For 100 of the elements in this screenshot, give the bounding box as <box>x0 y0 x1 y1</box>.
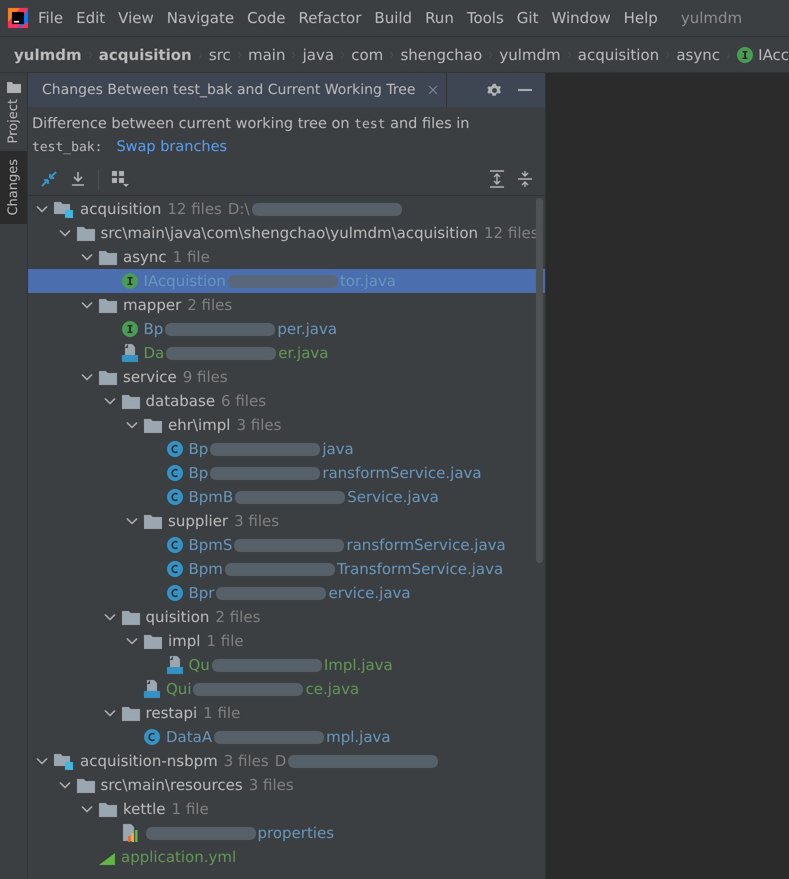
side-tab[interactable]: Changes <box>0 151 27 224</box>
file-count: 3 files <box>248 776 294 794</box>
folder-icon <box>144 418 162 432</box>
tree-folder-row[interactable]: acquisition-nsbpm 3 files D <box>28 749 545 773</box>
java-file-icon <box>166 656 182 674</box>
folder-icon <box>144 634 162 648</box>
breadcrumb-item[interactable]: com <box>351 46 384 64</box>
folder-name: kettle <box>123 800 166 818</box>
chevron-down-icon[interactable] <box>58 227 70 239</box>
tree-file-row[interactable]: Bp per.java <box>28 317 545 341</box>
menu-item[interactable]: Tools <box>466 9 504 27</box>
chevron-down-icon[interactable] <box>36 755 48 767</box>
group-by-icon[interactable] <box>111 170 129 188</box>
collapse-all-icon[interactable] <box>517 170 533 188</box>
chevron-down-icon[interactable] <box>104 395 116 407</box>
chevron-down-icon[interactable] <box>126 515 138 527</box>
close-icon[interactable] <box>428 85 438 95</box>
swap-branches-link[interactable]: Swap branches <box>116 136 228 159</box>
menu-item[interactable]: Run <box>425 9 454 27</box>
menu-item[interactable]: Refactor <box>298 9 362 27</box>
download-icon[interactable] <box>70 171 86 187</box>
menu-item[interactable]: Build <box>374 9 412 27</box>
file-count: 9 files <box>182 368 228 386</box>
menu-item[interactable]: Navigate <box>166 9 234 27</box>
file-count: 1 file <box>172 248 210 266</box>
tree-file-row[interactable]: application.yml <box>28 845 545 869</box>
tree-folder-row[interactable]: acquisition 12 files D:\ <box>28 197 545 221</box>
tree-file-row[interactable]: Da er.java <box>28 341 545 365</box>
chevron-down-icon[interactable] <box>104 611 116 623</box>
chevron-down-icon[interactable] <box>81 299 93 311</box>
tree-file-row[interactable]: properties <box>28 821 545 845</box>
scrollbar-thumb[interactable] <box>536 198 543 563</box>
settings-icon[interactable] <box>486 82 503 98</box>
menu-item[interactable]: Edit <box>76 9 106 27</box>
chevron-down-icon[interactable] <box>81 371 93 383</box>
breadcrumb-item[interactable]: IAcc <box>737 46 789 64</box>
file-count: 2 files <box>187 296 232 314</box>
folder-icon <box>122 610 140 624</box>
breadcrumb-item[interactable]: shengchao <box>400 46 482 64</box>
tree-file-row[interactable]: Bp ransformService.java <box>28 461 545 485</box>
folder-name: async <box>123 248 167 266</box>
folder-icon <box>122 706 140 720</box>
chevron-down-icon[interactable] <box>81 803 93 815</box>
compare-arrows-icon[interactable] <box>40 170 58 188</box>
tree-file-row[interactable]: BpmB Service.java <box>28 485 545 509</box>
tree-file-row[interactable]: Qui ce.java <box>28 677 545 701</box>
file-count: 2 files <box>215 608 260 626</box>
side-tab[interactable]: Project <box>0 73 27 152</box>
properties-file-icon <box>122 824 138 842</box>
breadcrumb-item[interactable]: async <box>676 46 720 64</box>
tree-folder-row[interactable]: impl 1 file <box>28 629 545 653</box>
chevron-down-icon[interactable] <box>126 635 138 647</box>
chevron-down-icon[interactable] <box>126 419 138 431</box>
chevron-down-icon[interactable] <box>104 707 116 719</box>
tree-folder-row[interactable]: ehr\impl 3 files <box>28 413 545 437</box>
tree-file-row[interactable]: Bpm TransformService.java <box>28 557 545 581</box>
class-icon <box>166 489 182 505</box>
tree-folder-row[interactable]: supplier 3 files <box>28 509 545 533</box>
chevron-down-icon[interactable] <box>58 779 70 791</box>
menu-item[interactable]: View <box>118 9 154 27</box>
folder-name: quisition <box>146 608 210 626</box>
module-folder-icon <box>54 752 74 770</box>
menu-item[interactable]: Code <box>247 9 286 27</box>
menu-item[interactable]: Help <box>624 9 658 27</box>
menu-item[interactable]: Git <box>516 9 538 27</box>
tree-folder-row[interactable]: src\main\resources 3 files <box>28 773 545 797</box>
breadcrumb-item[interactable]: acquisition <box>98 46 192 64</box>
class-icon <box>144 729 160 745</box>
menu-item[interactable]: File <box>38 9 64 27</box>
interface-icon <box>122 321 138 337</box>
tree-file-row[interactable]: BpmS ransformService.java <box>28 533 545 557</box>
interface-icon <box>737 46 754 62</box>
tree-file-row[interactable]: Bpr ervice.java <box>28 581 545 605</box>
java-file-icon <box>144 680 160 698</box>
tree-folder-row[interactable]: service 9 files <box>28 365 545 389</box>
tree-file-row[interactable]: Bp java <box>28 437 545 461</box>
tree-folder-row[interactable]: async 1 file <box>28 245 545 269</box>
tree-folder-row[interactable]: restapi 1 file <box>28 701 545 725</box>
tree-folder-row[interactable]: mapper 2 files <box>28 293 545 317</box>
file-name: Bpm TransformService.java <box>188 560 504 578</box>
file-count: 1 file <box>203 704 240 722</box>
tree-folder-row[interactable]: kettle 1 file <box>28 797 545 821</box>
module-path: D <box>274 752 286 770</box>
chevron-down-icon[interactable] <box>81 251 93 263</box>
breadcrumb-item[interactable]: java <box>302 46 334 64</box>
menu-item[interactable]: Window <box>551 9 611 27</box>
expand-all-icon[interactable] <box>489 170 505 188</box>
breadcrumb-item[interactable]: main <box>248 46 286 64</box>
tree-file-row[interactable]: DataA mpl.java <box>28 725 545 749</box>
folder-icon <box>99 802 117 816</box>
breadcrumb-item[interactable]: src <box>208 46 231 64</box>
class-icon <box>166 561 182 577</box>
tree-file-row[interactable]: Qu Impl.java <box>28 653 545 677</box>
tree-folder-row[interactable]: quisition 2 files <box>28 605 545 629</box>
class-icon <box>166 465 182 481</box>
breadcrumb-item[interactable]: yulmdm <box>499 46 561 64</box>
breadcrumb-item[interactable]: yulmdm <box>14 46 82 64</box>
chevron-down-icon[interactable] <box>36 203 48 215</box>
tree-folder-row[interactable]: database 6 files <box>28 389 545 413</box>
breadcrumb-item[interactable]: acquisition <box>578 46 660 64</box>
